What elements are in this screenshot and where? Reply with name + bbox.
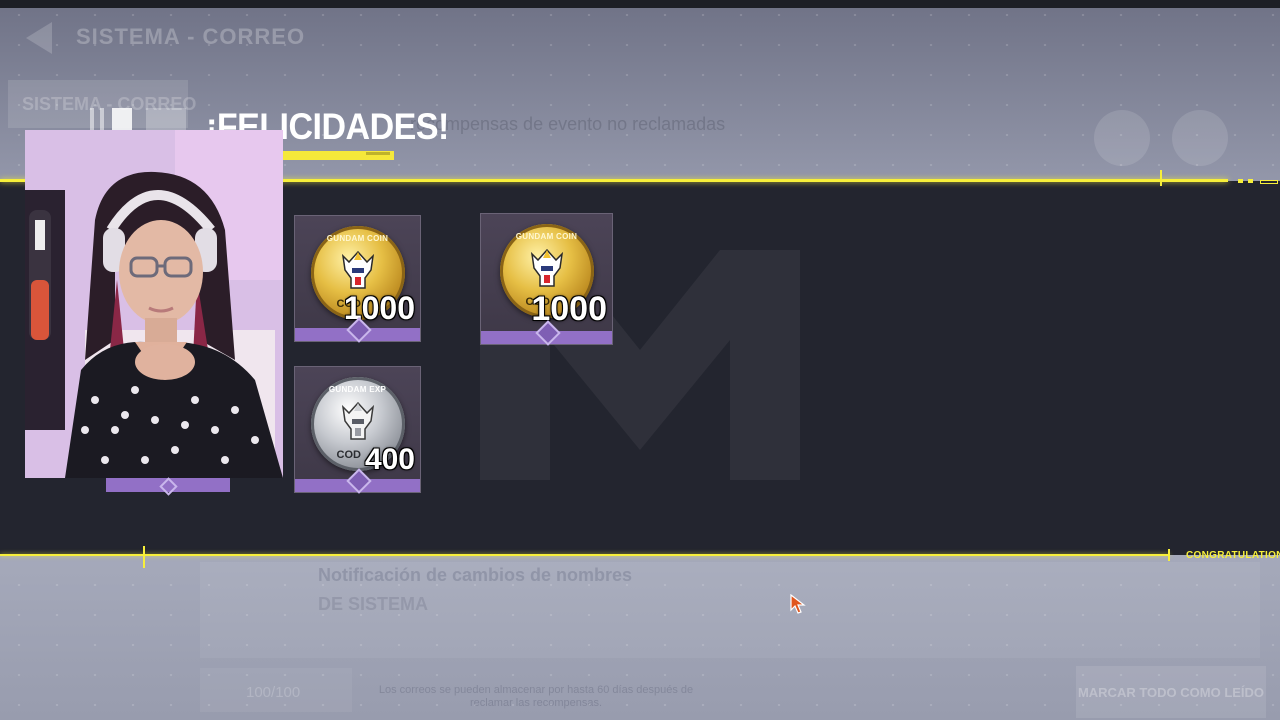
mail-item-sender: DE SISTEMA (318, 594, 429, 614)
gundam-head-icon (530, 248, 563, 287)
mouse-cursor-icon (790, 594, 806, 614)
mail-footnote: Los correos se pueden almacenar por hast… (378, 684, 694, 709)
mail-count: 100/100 (246, 684, 301, 701)
reward-amount: 400 (364, 443, 415, 476)
coin-ring-text: GUNDAM EXP (328, 385, 387, 394)
mail-subject: recompensas de evento no reclamadas (410, 114, 726, 134)
gundam-head-icon (341, 250, 374, 289)
top-marker (1160, 170, 1162, 186)
bottom-line-tick (1168, 549, 1170, 561)
title-underline (282, 151, 394, 160)
mark-all-read-button[interactable]: MARCAR TODO COMO LEÍDO (1076, 666, 1266, 718)
streamer-image (25, 130, 283, 478)
webcam-overlay (25, 130, 283, 478)
gundam-head-icon (341, 401, 374, 440)
cod-mark: COD (336, 449, 361, 461)
top-bar (0, 0, 1280, 8)
reward-card[interactable]: GUNDAM EXP COD 400 (294, 366, 421, 494)
screen-title: SISTEMA - CORREO (76, 24, 306, 49)
bottom-marker (143, 546, 145, 568)
mail-item-title: Notificación de cambios de nombres (318, 565, 633, 585)
bottom-accent-line (0, 554, 1170, 556)
reward-card[interactable]: GUNDAM COIN COD 1000 (480, 213, 613, 346)
back-arrow-icon[interactable] (26, 22, 52, 54)
top-accent-dots (1238, 179, 1278, 184)
reward-amount: 1000 (531, 290, 607, 328)
reward-preview-icon (1094, 110, 1150, 166)
title-decoration (90, 108, 190, 132)
webcam-rarity-plate (106, 478, 230, 492)
reward-card[interactable]: GUNDAM COIN COD 1000 (294, 215, 421, 343)
reward-preview-icon (1172, 110, 1228, 166)
congratulations-label: CONGRATULATIONS (1186, 550, 1280, 561)
coin-ring-text: GUNDAM COIN (515, 232, 578, 241)
coin-ring-text: GUNDAM COIN (326, 234, 389, 243)
